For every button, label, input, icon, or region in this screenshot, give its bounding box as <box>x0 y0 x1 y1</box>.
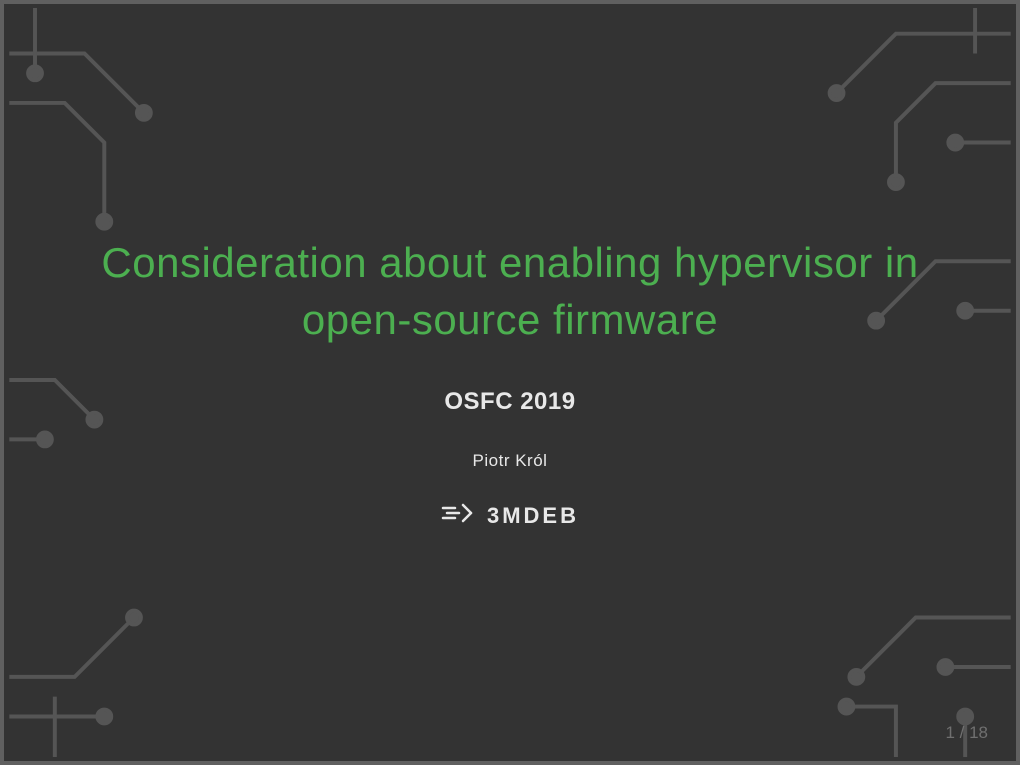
slide-content: Consideration about enabling hypervisor … <box>44 235 976 530</box>
slide-title: Consideration about enabling hypervisor … <box>44 235 976 348</box>
page-number: 1 / 18 <box>945 723 988 743</box>
slide-container: Consideration about enabling hypervisor … <box>0 0 1020 765</box>
page-separator: / <box>955 723 969 742</box>
company-logo: 3MDEB <box>44 501 976 530</box>
logo-text: 3MDEB <box>487 503 579 529</box>
slide-subtitle: OSFC 2019 <box>44 388 976 416</box>
page-current: 1 <box>945 723 954 742</box>
slide-author: Piotr Król <box>44 451 976 471</box>
logo-icon <box>441 501 477 530</box>
page-total: 18 <box>969 723 988 742</box>
